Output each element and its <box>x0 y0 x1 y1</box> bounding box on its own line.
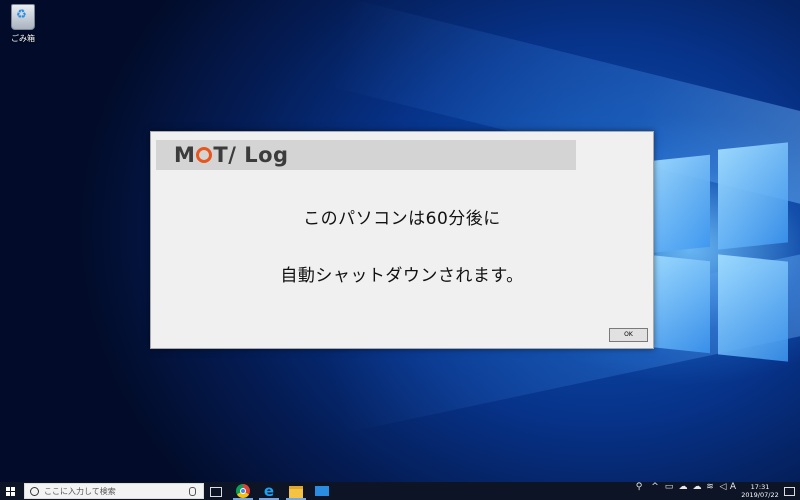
shutdown-notice-dialog: M T/ Log このパソコンは60分後に 自動シャットダウンされます。 OK <box>150 131 654 349</box>
chrome-icon[interactable] <box>236 484 250 498</box>
taskbar: ここに入力して検索 e ⚲ ^ ▭ ☁ ☁ ≋ ◁ A 17:31 2019/0… <box>0 482 800 500</box>
recycle-bin-icon <box>11 4 35 30</box>
battery-icon[interactable]: ▭ <box>664 482 674 500</box>
onedrive-icon[interactable]: ☁ <box>678 482 688 500</box>
desktop-icon-recycle-bin[interactable]: ごみ箱 <box>4 4 42 44</box>
wifi-icon[interactable]: ≋ <box>705 482 715 500</box>
people-icon[interactable]: ⚲ <box>634 482 644 500</box>
windows-start-icon <box>6 487 15 496</box>
microphone-icon[interactable] <box>189 487 196 496</box>
windows-logo-wallpaper <box>648 142 788 362</box>
motlog-logo: M T/ Log <box>174 143 289 167</box>
show-hidden-icons-icon[interactable]: ^ <box>650 482 660 500</box>
internet-explorer-icon[interactable]: e <box>262 484 276 499</box>
desktop: ごみ箱 MT/ Log このパソコンは60分後に 自動シャットダウンされます。 … <box>0 0 800 482</box>
dialog-message-line-2: 自動シャットダウンされます。 <box>280 266 524 286</box>
onedrive-icon[interactable]: ☁ <box>692 482 702 500</box>
logo-ring-icon <box>196 147 213 163</box>
clock-time: 17:31 <box>750 483 770 491</box>
ime-indicator[interactable]: A <box>728 482 738 500</box>
dialog-banner: M T/ Log <box>156 140 576 170</box>
clock-date: 2019/07/22 <box>741 491 779 499</box>
store-icon[interactable] <box>315 486 329 496</box>
ok-button[interactable]: OK <box>609 328 648 342</box>
file-explorer-icon[interactable] <box>289 486 303 498</box>
task-view-icon[interactable] <box>210 487 222 497</box>
cortana-icon <box>30 487 39 496</box>
clock[interactable]: 17:31 2019/07/22 <box>738 483 782 499</box>
action-center-icon[interactable] <box>784 487 795 496</box>
search-input[interactable]: ここに入力して検索 <box>44 486 116 497</box>
start-button[interactable] <box>0 482 22 500</box>
dialog-message-line-1: このパソコンは60分後に <box>303 209 501 229</box>
taskbar-search-box[interactable]: ここに入力して検索 <box>24 483 204 499</box>
volume-icon[interactable]: ◁ <box>718 482 728 500</box>
desktop-icon-label: ごみ箱 <box>11 34 35 43</box>
